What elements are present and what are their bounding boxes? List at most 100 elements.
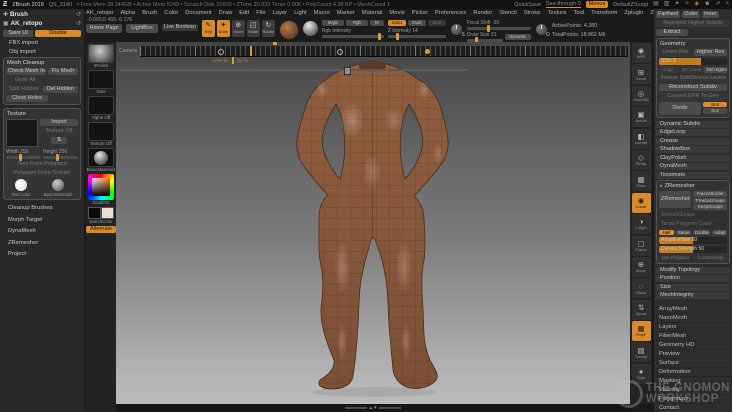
menus-button[interactable]: Menus	[585, 1, 609, 8]
secondary-color-swatch[interactable]	[101, 207, 114, 219]
texture-width-slider[interactable]	[6, 154, 41, 161]
switch-color[interactable]: SwitchColor	[88, 207, 114, 224]
subpalette-row[interactable]: Masking	[656, 377, 730, 386]
menu-item[interactable]: Render	[473, 10, 492, 16]
draw-mode-button[interactable]: ✦ Draw	[216, 20, 230, 37]
menu-item[interactable]: Document	[185, 10, 211, 16]
menu-item[interactable]: Texture	[547, 10, 566, 16]
close-holes-button[interactable]: Close Holes	[6, 95, 48, 102]
subpalette-row[interactable]: FiberMesh	[656, 332, 730, 341]
timeline-keyframe-dot[interactable]	[337, 48, 343, 55]
timeline-zoom-slider[interactable]	[120, 67, 468, 75]
flip-v-icon[interactable]: ⇅	[51, 137, 67, 144]
local-toggle[interactable]: ◉ Local	[631, 192, 651, 213]
timeline-cursor-head[interactable]	[273, 42, 277, 45]
actual-button[interactable]: ▣ Actual	[631, 107, 651, 128]
timeline-ruler[interactable]	[140, 42, 628, 57]
lock-icon[interactable]: ◈	[695, 1, 700, 8]
texture-height-slider[interactable]	[43, 154, 78, 161]
timeline-keyframe-dot[interactable]	[218, 48, 224, 55]
flat-color-swatch[interactable]	[15, 179, 28, 191]
menu-item[interactable]: AK_retopo	[86, 10, 113, 16]
same-toggle[interactable]: Same	[675, 229, 691, 235]
del-lower-button[interactable]: Del Lower	[679, 67, 703, 73]
hand-icon[interactable]: ✦	[674, 1, 679, 8]
use-polypaint-toggle[interactable]: Use Polypaint	[659, 255, 692, 261]
check-mesh-button[interactable]: Check Mesh In	[6, 68, 47, 75]
save-ui-button[interactable]: Save UI	[3, 30, 33, 37]
current-alpha-thumb[interactable]: Alpha Off	[88, 96, 114, 120]
texture-import-button[interactable]: Import	[40, 119, 78, 126]
m-toggle[interactable]: M	[369, 20, 384, 26]
zsub-toggle[interactable]: Zsub	[407, 20, 426, 26]
plugin-menu-item[interactable]: ZRemesher	[3, 238, 81, 250]
menu-item[interactable]: Preferences	[435, 10, 466, 16]
brush-palette-header[interactable]: ✚ Brush ↺	[3, 10, 81, 19]
smooth-groups-slider[interactable]: SmoothGroups	[659, 211, 727, 219]
menu-item[interactable]: File	[256, 10, 265, 16]
extract-button[interactable]: Extract	[656, 29, 688, 36]
hand-alt-icon[interactable]: ✧	[684, 1, 689, 8]
lightbox-button[interactable]: LightBox	[126, 24, 158, 33]
focal-shift-slider[interactable]	[466, 25, 531, 32]
subpalette-header[interactable]: Size	[656, 283, 730, 291]
timeline-keyframe-selected[interactable]	[425, 49, 430, 54]
smt-toggle[interactable]: Smt	[703, 101, 727, 107]
plugin-menu-item[interactable]: Project	[3, 249, 81, 261]
curves-strength-slider[interactable]: Curves Strength 50	[659, 246, 727, 253]
subpalette-header[interactable]: DynaMesh	[656, 163, 730, 170]
menu-item[interactable]: Macro	[314, 10, 330, 16]
menu-item[interactable]: Picker	[412, 10, 428, 16]
del-hidden-button[interactable]: Del Hidden	[43, 86, 78, 93]
timeline-zoom-knob[interactable]	[344, 67, 351, 75]
subpalette-header[interactable]: Modify Topology	[656, 266, 730, 274]
plugin-menu-item[interactable]: DynaMesh	[3, 226, 81, 238]
subpalette-header[interactable]: EdgeLoop	[656, 129, 730, 136]
primary-color-swatch[interactable]	[88, 207, 101, 219]
timeline[interactable]: Camera Arms fix hip fix	[116, 42, 630, 75]
freeze-border-toggle[interactable]: FreezeBorder	[693, 191, 727, 197]
bpr-button[interactable]: ◉ BPR	[631, 43, 651, 63]
home-page-button[interactable]: Home Page	[86, 24, 122, 33]
menu-item[interactable]: Movie	[389, 10, 404, 16]
transp-toggle[interactable]: ▨ Transp	[631, 342, 651, 363]
mrgb-toggle[interactable]: Mrgb	[321, 20, 344, 26]
divide-button[interactable]: Divide	[659, 101, 702, 115]
subpalette-row[interactable]: Surface	[656, 359, 730, 368]
close-icon[interactable]: ×	[725, 1, 729, 8]
tray-up-icon[interactable]: ▴	[369, 405, 372, 411]
persp-toggle[interactable]: ◇ Persp	[631, 149, 651, 170]
subpalette-header[interactable]: Tessimate	[656, 171, 730, 179]
brush-refresh-icon[interactable]: ↺	[76, 11, 81, 18]
frame-button[interactable]: ▢ Frame	[631, 235, 651, 256]
color-density-slider[interactable]: ColorDensity	[694, 255, 727, 261]
lower-res-button[interactable]: Lower Res	[659, 49, 692, 56]
fix-mesh-button[interactable]: Fix Mesh	[48, 68, 78, 75]
z-intensity-slider[interactable]	[387, 32, 446, 40]
aahalf-button[interactable]: ◧ AAHalf	[631, 128, 651, 149]
subpalette-row[interactable]: Geometry HD	[656, 341, 730, 350]
menu-item[interactable]: Brush	[142, 10, 157, 16]
freeze-subdivision-button[interactable]: Freeze SubDivision Levels	[659, 74, 727, 82]
subpalette-row[interactable]: Contact	[656, 404, 730, 412]
share-icon[interactable]: ↗	[715, 1, 720, 8]
menu-item[interactable]: Marker	[337, 10, 355, 16]
menu-item[interactable]: Edit	[239, 10, 249, 16]
subpalette-row[interactable]: Deformation	[656, 368, 730, 377]
adaptive-size-slider[interactable]: AdaptiveSize 50	[659, 237, 727, 244]
tray-down-icon[interactable]: ▾	[374, 405, 377, 411]
menu-item[interactable]: Transform	[591, 10, 617, 16]
open-dial-icon[interactable]: O	[534, 23, 550, 38]
zremesher-title-row[interactable]: ▸ ZRemesher	[660, 183, 727, 189]
convert-bpr-button[interactable]: Convert BPR To Geo	[659, 92, 727, 100]
rotate-mode-button[interactable]: ↻ Rotate	[261, 20, 275, 37]
floor-toggle[interactable]: ▦ Floor	[631, 171, 651, 192]
obj-import-button[interactable]: Obj import	[3, 48, 81, 57]
suv-toggle[interactable]: Suv	[703, 108, 727, 114]
menu-item[interactable]: Stroke	[524, 10, 541, 16]
subpalette-row[interactable]: Polygroups	[656, 395, 730, 404]
menu-item[interactable]: Tool	[573, 10, 584, 16]
cage-toggle[interactable]: Cage	[659, 67, 678, 73]
timeline-cursor[interactable]	[250, 46, 252, 56]
xpose-button[interactable]: ⇅ Xpose	[631, 299, 651, 320]
